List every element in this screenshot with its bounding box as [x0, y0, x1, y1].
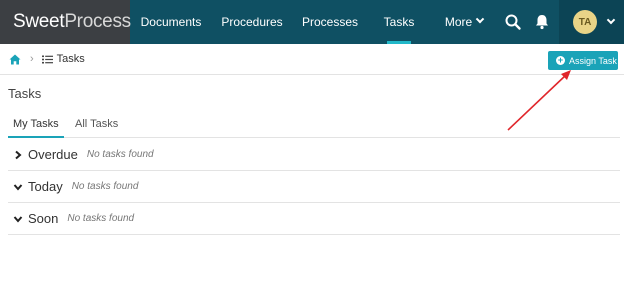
- section-today[interactable]: Today No tasks found: [8, 171, 620, 203]
- search-icon[interactable]: [504, 13, 522, 31]
- section-title: Soon: [28, 211, 59, 226]
- empty-state-text: No tasks found: [71, 181, 139, 192]
- nav-more[interactable]: More: [430, 0, 498, 44]
- empty-state-text: No tasks found: [86, 149, 154, 160]
- main-nav: Documents Procedures Processes Tasks Mor…: [130, 0, 498, 44]
- top-nav-bar: SweetProcess Documents Procedures Proces…: [0, 0, 624, 44]
- plus-circle-icon: +: [556, 55, 565, 65]
- nav-processes[interactable]: Processes: [292, 0, 368, 44]
- breadcrumb-current: Tasks: [56, 53, 85, 65]
- chevron-right-icon: ›: [30, 53, 34, 65]
- nav-tasks[interactable]: Tasks: [368, 0, 430, 44]
- tab-my-tasks[interactable]: My Tasks: [8, 116, 64, 138]
- avatar: TA: [573, 10, 597, 34]
- section-soon[interactable]: Soon No tasks found: [8, 203, 620, 235]
- page-title: Tasks: [8, 86, 42, 101]
- section-overdue[interactable]: Overdue No tasks found: [8, 139, 620, 171]
- home-icon[interactable]: [9, 54, 21, 65]
- breadcrumb: › Tasks: [0, 44, 624, 75]
- task-list-icon: [41, 55, 53, 63]
- user-menu[interactable]: TA: [559, 0, 624, 44]
- tab-all-tasks[interactable]: All Tasks: [70, 116, 123, 138]
- assign-task-label: Assign Task: [569, 55, 617, 66]
- sweetprocess-logo[interactable]: SweetProcess: [0, 0, 131, 44]
- nav-documents[interactable]: Documents: [130, 0, 212, 44]
- chevron-right-icon: [15, 150, 22, 159]
- chevron-down-icon: [475, 14, 485, 24]
- logo-text: SweetProcess: [13, 11, 131, 32]
- assign-task-button[interactable]: + Assign Task: [548, 51, 618, 70]
- section-title: Overdue: [28, 147, 78, 162]
- nav-procedures[interactable]: Procedures: [212, 0, 292, 44]
- chevron-down-icon: [13, 215, 23, 223]
- bell-icon[interactable]: [533, 13, 551, 31]
- task-tabs: My Tasks All Tasks: [8, 116, 620, 138]
- chevron-down-icon: [606, 15, 616, 25]
- section-title: Today: [28, 179, 63, 194]
- empty-state-text: No tasks found: [67, 213, 135, 224]
- chevron-down-icon: [13, 183, 23, 191]
